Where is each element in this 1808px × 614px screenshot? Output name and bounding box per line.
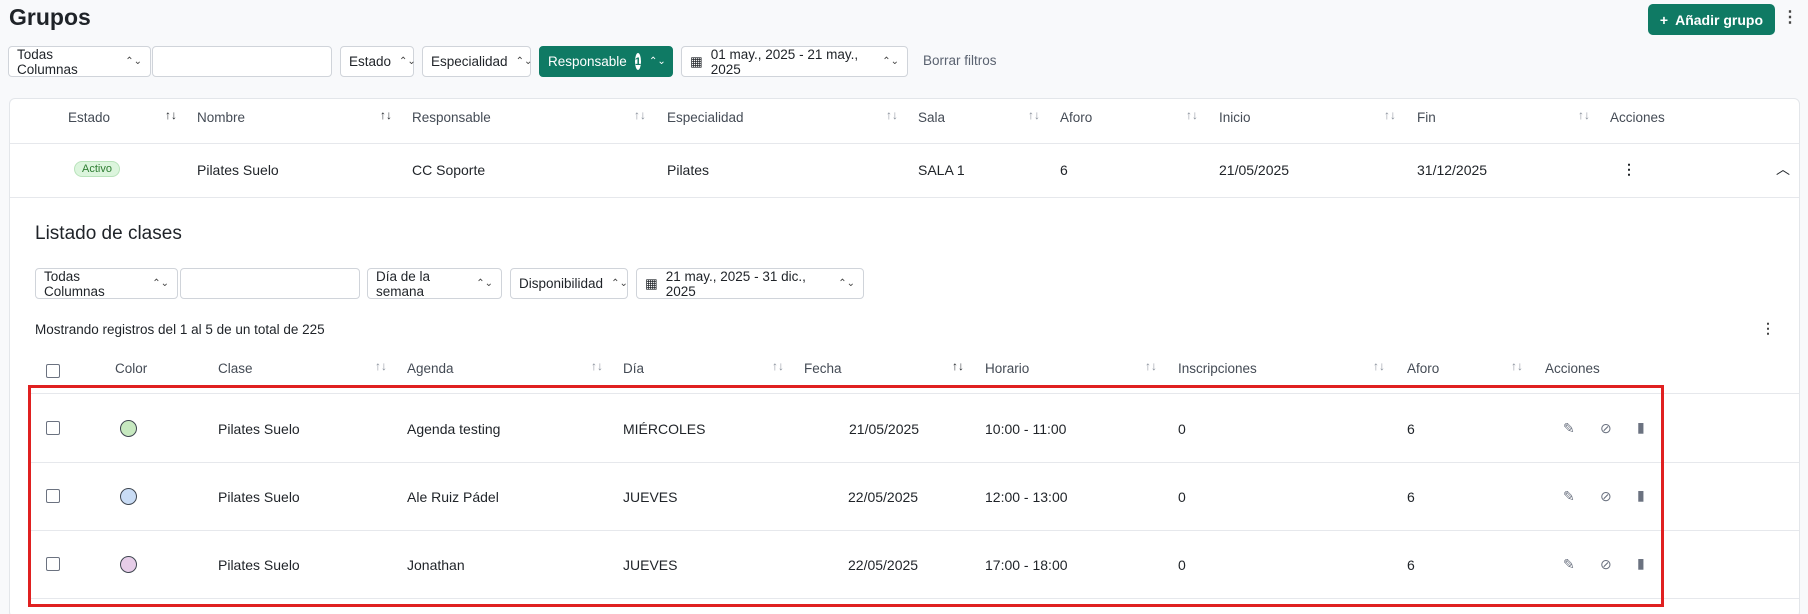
group-especialidad: Pilates [667,162,710,178]
chevron-updown-icon: ⌃⌄ [648,55,666,67]
date-range-value: 01 may., 2025 - 21 may., 2025 [710,46,859,77]
search-input[interactable] [152,46,332,77]
responsable-filter-label: Responsable [548,54,627,69]
col-horario[interactable]: Horario [985,361,1029,376]
col-fin[interactable]: Fin [1417,110,1436,125]
col-inicio[interactable]: Inicio [1219,110,1251,125]
group-nombre: Pilates Suelo [197,162,279,178]
col-estado[interactable]: Estado [68,110,110,125]
select-all-checkbox[interactable] [46,364,60,378]
sort-icon[interactable]: ↑↓ [375,359,387,373]
disponibilidad-filter-label: Disponibilidad [519,276,604,291]
col-color: Color [115,361,148,376]
group-responsable: CC Soporte [412,162,486,178]
col-responsable[interactable]: Responsable [412,110,491,125]
col-dia[interactable]: Día [623,361,644,376]
chevron-updown-icon: ⌃⌄ [515,55,533,67]
col-agenda[interactable]: Agenda [407,361,454,376]
page-title: Grupos [9,4,91,30]
dia-filter-label: Día de la semana [376,268,431,299]
sort-up-icon[interactable]: ↑↓ [380,108,392,122]
sort-icon[interactable]: ↑↓ [1186,108,1198,122]
classes-column-select-value: Todas Columnas [44,268,105,299]
classes-search-input[interactable] [180,268,360,299]
group-inicio: 21/05/2025 [1219,162,1290,178]
column-select[interactable]: Todas Columnas ⌃⌄ [8,46,151,77]
group-sala: SALA 1 [918,162,965,178]
plus-icon: + [1659,11,1669,28]
group-fin: 31/12/2025 [1417,162,1488,178]
col-nombre[interactable]: Nombre [197,110,245,125]
especialidad-filter[interactable]: Especialidad ⌃⌄ [422,46,533,77]
sort-icon[interactable]: ↑↓ [591,359,603,373]
classes-more-icon[interactable]: ⋮ [1761,320,1775,337]
divider [10,197,1799,198]
add-group-button[interactable]: + Añadir grupo [1647,4,1775,35]
responsable-filter[interactable]: Responsable 1 ⌃⌄ [539,46,673,77]
estado-filter[interactable]: Estado ⌃⌄ [340,46,416,77]
classes-column-select[interactable]: Todas Columnas ⌃⌄ [35,268,178,299]
column-select-value: Todas Columnas [17,46,78,77]
calendar-icon: ▦ [645,275,658,291]
col-aforo-clases[interactable]: Aforo [1407,361,1439,376]
col-inscripciones[interactable]: Inscripciones [1178,361,1257,376]
responsable-count-badge: 1 [634,53,641,70]
sort-icon[interactable]: ↑↓ [1384,108,1396,122]
disponibilidad-filter[interactable]: Disponibilidad ⌃⌄ [510,268,628,299]
chevron-updown-icon: ⌃⌄ [882,55,899,67]
row-actions-icon[interactable]: ⋮ [1622,161,1636,178]
classes-date-range-value: 21 may., 2025 - 31 dic., 2025 [665,268,806,299]
records-info: Mostrando registros del 1 al 5 de un tot… [35,322,325,337]
chevron-updown-icon: ⌃⌄ [152,277,169,289]
date-range-filter[interactable]: ▦ 01 may., 2025 - 21 may., 2025 ⌃⌄ [681,46,908,77]
col-clase[interactable]: Clase [218,361,253,376]
clear-filters-link[interactable]: Borrar filtros [923,53,997,68]
chevron-updown-icon: ⌃⌄ [476,277,493,289]
sort-icon[interactable]: ↑↓ [1145,359,1157,373]
dia-filter[interactable]: Día de la semana ⌃⌄ [367,268,502,299]
calendar-icon: ▦ [690,53,703,69]
sort-icon[interactable]: ↑↓ [886,108,898,122]
status-badge: Activo [74,161,120,177]
col-sala[interactable]: Sala [918,110,945,125]
divider [10,143,1799,144]
collapse-chevron-icon[interactable]: ︿ [1776,159,1790,179]
sort-up-icon[interactable]: ↑↓ [952,359,964,373]
group-aforo: 6 [1060,162,1068,178]
sort-up-icon[interactable]: ↑↓ [165,108,177,122]
more-options-icon[interactable]: ⋮ [1782,10,1798,26]
sort-icon[interactable]: ↑↓ [1578,108,1590,122]
col-acciones-clases: Acciones [1545,361,1600,376]
classes-title: Listado de clases [35,223,182,244]
chevron-updown-icon: ⌃⌄ [399,55,416,67]
sort-icon[interactable]: ↑↓ [1511,359,1523,373]
chevron-updown-icon: ⌃⌄ [611,277,628,289]
classes-date-range[interactable]: ▦ 21 may., 2025 - 31 dic., 2025 ⌃⌄ [636,268,864,299]
sort-icon[interactable]: ↑↓ [772,359,784,373]
chevron-updown-icon: ⌃⌄ [125,55,142,67]
col-aforo[interactable]: Aforo [1060,110,1092,125]
add-group-label: Añadir grupo [1675,11,1763,28]
chevron-updown-icon: ⌃⌄ [838,277,855,289]
highlight-box [28,385,1664,607]
especialidad-filter-label: Especialidad [431,54,508,69]
estado-filter-label: Estado [349,54,392,69]
col-fecha[interactable]: Fecha [804,361,842,376]
sort-icon[interactable]: ↑↓ [634,108,646,122]
sort-icon[interactable]: ↑↓ [1028,108,1040,122]
col-acciones: Acciones [1610,110,1665,125]
sort-icon[interactable]: ↑↓ [1373,359,1385,373]
col-especialidad[interactable]: Especialidad [667,110,744,125]
